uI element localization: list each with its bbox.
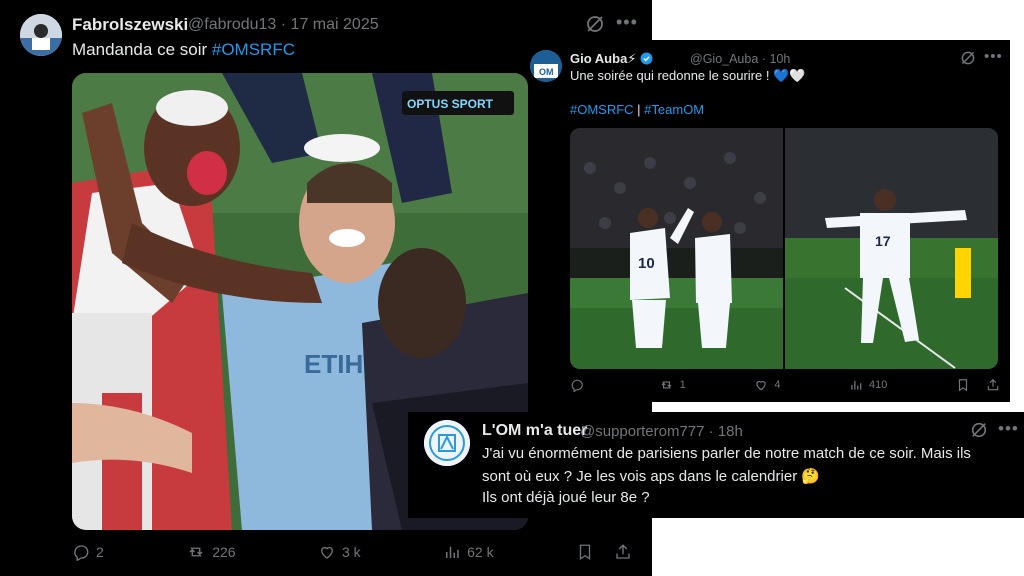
separator: · (761, 52, 766, 66)
views-button[interactable]: 62 k (443, 543, 494, 561)
post-actions-bar: 2 226 3 k 62 k (72, 543, 632, 561)
repost-icon (661, 381, 672, 389)
avatar[interactable] (20, 14, 62, 56)
post-text: Mandanda ce soir #OMSRFC (72, 40, 295, 60)
media-photo-1[interactable]: 10 (570, 128, 783, 369)
post-text-body: sont où eux ? Je les vois aps dans le ca… (482, 468, 802, 485)
separator: · (280, 16, 287, 33)
post-date[interactable]: 17 mai 2025 (291, 16, 379, 33)
hashtag-link[interactable]: #OMSRFC (212, 40, 295, 59)
reply-button[interactable]: 2 (72, 543, 104, 561)
post-hashtags: #OMSRFC | #TeamOM (570, 102, 704, 117)
repost-button[interactable]: 226 (186, 543, 236, 561)
like-icon (756, 381, 766, 391)
author-handle[interactable]: @fabrodu13 (188, 16, 276, 33)
post-actions-bar: 1 4 410 (570, 378, 1000, 392)
author-name[interactable]: Gio Auba⚡ (570, 51, 653, 67)
author-handle-date: @fabrodu13 · 17 mai 2025 (188, 16, 379, 34)
club-crest-avatar (424, 420, 470, 466)
view-count: 62 k (467, 544, 494, 560)
jersey-number-17: 17 (875, 233, 891, 249)
post-emojis: 💙🤍 (773, 68, 806, 83)
reply-button[interactable] (570, 378, 590, 392)
author-name-text: Gio Auba (570, 51, 628, 66)
post-text-line-1: J'ai vu énormément de parisiens parler d… (482, 445, 971, 462)
repost-count: 226 (212, 544, 236, 560)
view-count: 410 (869, 379, 888, 391)
reply-count: 2 (96, 544, 104, 560)
share-icon[interactable] (614, 543, 632, 561)
name-emoji: ⚡ (627, 51, 637, 66)
more-icon[interactable]: ••• (998, 419, 1019, 439)
bookmark-share-group (576, 543, 632, 561)
share-icon[interactable] (986, 378, 1000, 392)
jersey-number-10: 10 (638, 255, 655, 272)
svg-text:OM: OM (539, 67, 554, 77)
tweet-card-gio-auba[interactable]: OM Gio Auba⚡ @Gio_Auba · 10h ••• Une soi… (530, 40, 1010, 402)
author-name[interactable]: Fabrolszewski (72, 15, 188, 35)
thinking-emoji: 🤔 (801, 468, 821, 485)
post-text-line-2: sont où eux ? Je les vois aps dans le ca… (482, 467, 820, 485)
broadcaster-logo: OPTUS SPORT (407, 97, 494, 111)
post-text-body: Une soirée qui redonne le sourire ! (570, 68, 774, 83)
grok-icon[interactable] (585, 14, 605, 39)
media-photo-2[interactable]: 17 (785, 128, 998, 369)
bookmark-icon[interactable] (576, 543, 594, 561)
author-handle-time: @Gio_Auba · 10h (690, 52, 790, 66)
verified-badge-icon (640, 52, 653, 65)
author-handle[interactable]: @supporterom777 (580, 423, 704, 440)
more-icon[interactable]: ••• (984, 48, 1003, 65)
author-handle-time: @supporterom777 · 18h (580, 423, 743, 440)
hashtag-separator: | (633, 102, 645, 117)
post-text-line-3: Ils ont déjà joué leur 8e ? (482, 489, 650, 506)
bookmark-share-group (956, 378, 1000, 392)
avatar[interactable] (424, 420, 470, 466)
like-count: 3 k (342, 544, 361, 560)
bookmark-icon[interactable] (956, 378, 970, 392)
like-count: 4 (774, 379, 781, 391)
reply-icon (571, 379, 583, 392)
avatar-image (20, 14, 62, 56)
repost-count: 1 (679, 379, 686, 391)
grok-icon[interactable] (960, 50, 976, 71)
like-button[interactable]: 4 (754, 378, 780, 392)
avatar-image: OM (530, 50, 562, 82)
separator: · (708, 423, 714, 440)
hashtag-link[interactable]: #TeamOM (644, 102, 704, 117)
post-time[interactable]: 10h (769, 52, 790, 66)
tweet-card-om-supporter[interactable]: L'OM m'a tuer @supporterom777 · 18h ••• … (408, 412, 1024, 518)
reply-icon (74, 545, 89, 561)
post-text: Une soirée qui redonne le sourire ! 💙🤍 (570, 68, 805, 84)
post-text-body: Mandanda ce soir (72, 40, 212, 59)
hashtag-link[interactable]: #OMSRFC (570, 102, 634, 117)
post-time[interactable]: 18h (718, 423, 743, 440)
author-name[interactable]: L'OM m'a tuer (482, 422, 587, 440)
views-button[interactable]: 410 (849, 378, 887, 392)
more-icon[interactable]: ••• (616, 12, 638, 33)
like-icon (321, 546, 333, 559)
views-icon (446, 546, 459, 558)
views-icon (851, 380, 862, 390)
avatar[interactable]: OM (530, 50, 562, 82)
author-handle[interactable]: @Gio_Auba (690, 52, 758, 66)
repost-button[interactable]: 1 (659, 378, 686, 392)
post-media-gallery: 10 17 (570, 128, 998, 369)
svg-text:ETIH: ETIH (304, 349, 363, 379)
grok-icon[interactable] (970, 421, 988, 444)
repost-icon (189, 547, 203, 557)
like-button[interactable]: 3 k (318, 543, 361, 561)
